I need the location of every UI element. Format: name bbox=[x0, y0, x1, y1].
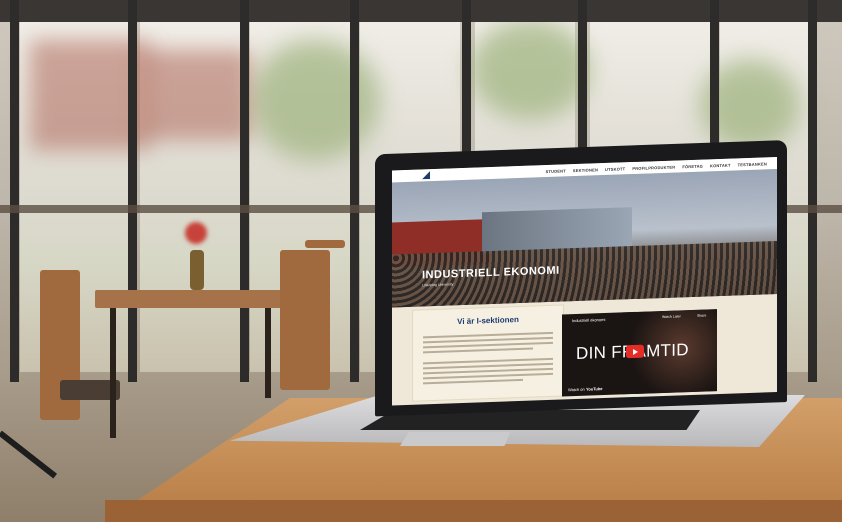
youtube-embed[interactable]: Industriell ekonomi Watch Later Share DI… bbox=[562, 309, 717, 397]
play-icon[interactable] bbox=[626, 344, 644, 359]
nav-item-kontakt[interactable]: KONTAKT bbox=[710, 162, 731, 168]
chair-back bbox=[0, 430, 58, 479]
flower-vase bbox=[185, 222, 207, 244]
nav-item-foretag[interactable]: FÖRETAG bbox=[682, 163, 703, 169]
watch-on-label: Watch on bbox=[568, 386, 585, 393]
hero-banner: INDUSTRIELL EKONOMI Linköping University bbox=[392, 169, 777, 308]
text-line bbox=[423, 378, 523, 385]
window-frame bbox=[128, 0, 137, 382]
chair bbox=[305, 240, 345, 248]
window-frame bbox=[10, 0, 19, 382]
chair bbox=[280, 250, 330, 390]
table-leg bbox=[110, 308, 116, 438]
cafe-photo: STUDENT SEKTIONEN UTSKOTT PROFILPRODUKTE… bbox=[0, 0, 842, 522]
text-line bbox=[423, 341, 553, 349]
cafe-table bbox=[95, 290, 305, 308]
watch-later-button[interactable]: Watch Later bbox=[662, 314, 681, 319]
nav-item-profilprodukter[interactable]: PROFILPRODUKTER bbox=[632, 164, 675, 171]
text-line bbox=[423, 347, 533, 354]
nav-item-student[interactable]: STUDENT bbox=[546, 168, 566, 174]
window-frame bbox=[808, 0, 817, 382]
nav-item-sektionen[interactable]: SEKTIONEN bbox=[573, 167, 598, 173]
table-leg bbox=[265, 308, 271, 398]
nav-item-testbanken[interactable]: TESTBANKEN bbox=[738, 161, 767, 167]
laptop-screen: STUDENT SEKTIONEN UTSKOTT PROFILPRODUKTE… bbox=[392, 157, 777, 406]
window-frame bbox=[350, 0, 359, 382]
brick-building bbox=[140, 50, 250, 140]
laptop-trackpad bbox=[400, 432, 510, 446]
section-heading: Vi är I-sektionen bbox=[457, 315, 519, 327]
nav-item-utskott[interactable]: UTSKOTT bbox=[605, 166, 625, 172]
desk-edge bbox=[105, 500, 842, 522]
foliage bbox=[250, 40, 380, 160]
window-frame bbox=[240, 0, 249, 382]
video-title[interactable]: Industriell ekonomi bbox=[572, 317, 605, 323]
share-button[interactable]: Share bbox=[697, 313, 706, 317]
youtube-logo[interactable]: YouTube bbox=[586, 386, 603, 392]
foliage bbox=[470, 20, 590, 120]
text-line bbox=[423, 372, 553, 380]
about-card: Vi är I-sektionen bbox=[412, 304, 564, 402]
flower-vase bbox=[190, 250, 204, 290]
